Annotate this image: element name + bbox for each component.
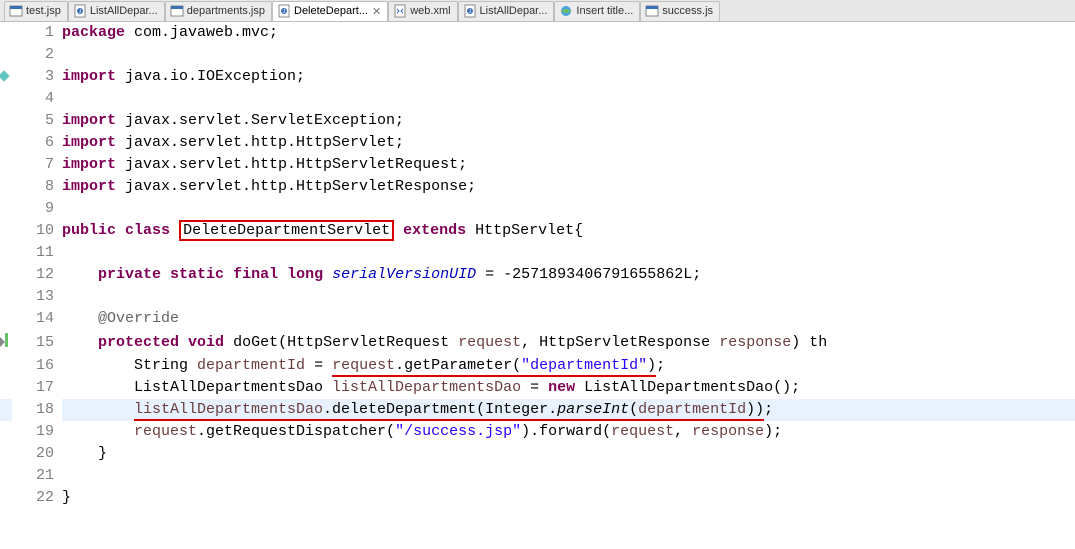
tab-label: DeleteDepart... xyxy=(294,5,368,17)
tab-label: departments.jsp xyxy=(187,5,265,17)
code-line: String departmentId = request.getParamet… xyxy=(62,355,1075,377)
line-number: 4 xyxy=(12,88,62,110)
tab-web-xml[interactable]: web.xml xyxy=(388,1,457,21)
line-number: 2 xyxy=(12,44,62,66)
code-line: private static final long serialVersionU… xyxy=(62,264,1075,286)
code-line: import javax.servlet.http.HttpServletRes… xyxy=(62,176,1075,198)
tab-listalldepar-1[interactable]: J ListAllDepar... xyxy=(68,1,165,21)
tab-label: web.xml xyxy=(410,5,450,17)
code-editor[interactable]: 1 package com.javaweb.mvc; 2 3 import ja… xyxy=(0,22,1075,509)
java-icon: J xyxy=(73,4,87,18)
java-icon: J xyxy=(463,4,477,18)
line-number: 21 xyxy=(12,465,62,487)
java-icon: J xyxy=(277,4,291,18)
line-number: 19 xyxy=(12,421,62,443)
line-number: 10 xyxy=(12,220,62,242)
code-line: @Override xyxy=(62,308,1075,330)
tab-listalldepar-2[interactable]: J ListAllDepar... xyxy=(458,1,555,21)
line-number: 1 xyxy=(12,22,62,44)
line-number: 7 xyxy=(12,154,62,176)
code-line: public class DeleteDepartmentServlet ext… xyxy=(62,220,1075,242)
code-line: import javax.servlet.http.HttpServletReq… xyxy=(62,154,1075,176)
line-number: 18 xyxy=(12,399,62,421)
line-number: 14 xyxy=(12,308,62,330)
tab-label: test.jsp xyxy=(26,5,61,17)
jsp-icon xyxy=(645,4,659,18)
globe-icon xyxy=(559,4,573,18)
tab-label: Insert title... xyxy=(576,5,633,17)
line-number: 12 xyxy=(12,264,62,286)
line-number: 3 xyxy=(12,66,62,88)
editor-tabs: test.jsp J ListAllDepar... departments.j… xyxy=(0,0,1075,22)
code-line: request.getRequestDispatcher("/success.j… xyxy=(62,421,1075,443)
line-number: 15 xyxy=(12,332,62,354)
tab-label: success.js xyxy=(662,5,713,17)
highlighted-class-name: DeleteDepartmentServlet xyxy=(179,220,394,241)
code-line-current: listAllDepartmentsDao.deleteDepartment(I… xyxy=(62,399,1075,421)
line-number: 17 xyxy=(12,377,62,399)
change-marker-icon xyxy=(5,333,8,347)
jsp-icon xyxy=(170,4,184,18)
line-number: 5 xyxy=(12,110,62,132)
xml-icon xyxy=(393,4,407,18)
underlined-expression: request.getParameter("departmentId") xyxy=(332,357,656,377)
tab-deletedepart[interactable]: J DeleteDepart... ✕ xyxy=(272,1,388,21)
code-line: } xyxy=(62,487,1075,509)
fold-marker-icon[interactable] xyxy=(0,70,10,81)
tab-label: ListAllDepar... xyxy=(90,5,158,17)
tab-test-jsp[interactable]: test.jsp xyxy=(4,1,68,21)
close-icon[interactable]: ✕ xyxy=(372,5,381,18)
line-number: 13 xyxy=(12,286,62,308)
code-line: import javax.servlet.http.HttpServlet; xyxy=(62,132,1075,154)
code-line: import javax.servlet.ServletException; xyxy=(62,110,1075,132)
line-number: 9 xyxy=(12,198,62,220)
line-number: 16 xyxy=(12,355,62,377)
code-line: package com.javaweb.mvc; xyxy=(62,22,1075,44)
tab-label: ListAllDepar... xyxy=(480,5,548,17)
jsp-icon xyxy=(9,4,23,18)
underlined-expression: listAllDepartmentsDao.deleteDepartment(I… xyxy=(134,401,764,421)
tab-success-js[interactable]: success.js xyxy=(640,1,720,21)
code-line: protected void doGet(HttpServletRequest … xyxy=(62,332,1075,354)
line-number: 22 xyxy=(12,487,62,509)
tab-insert-title[interactable]: Insert title... xyxy=(554,1,640,21)
code-line: import java.io.IOException; xyxy=(62,66,1075,88)
code-line: } xyxy=(62,443,1075,465)
line-number: 20 xyxy=(12,443,62,465)
code-line: ListAllDepartmentsDao listAllDepartments… xyxy=(62,377,1075,399)
line-number: 11 xyxy=(12,242,62,264)
line-number: 8 xyxy=(12,176,62,198)
line-number: 6 xyxy=(12,132,62,154)
tab-departments-jsp[interactable]: departments.jsp xyxy=(165,1,272,21)
